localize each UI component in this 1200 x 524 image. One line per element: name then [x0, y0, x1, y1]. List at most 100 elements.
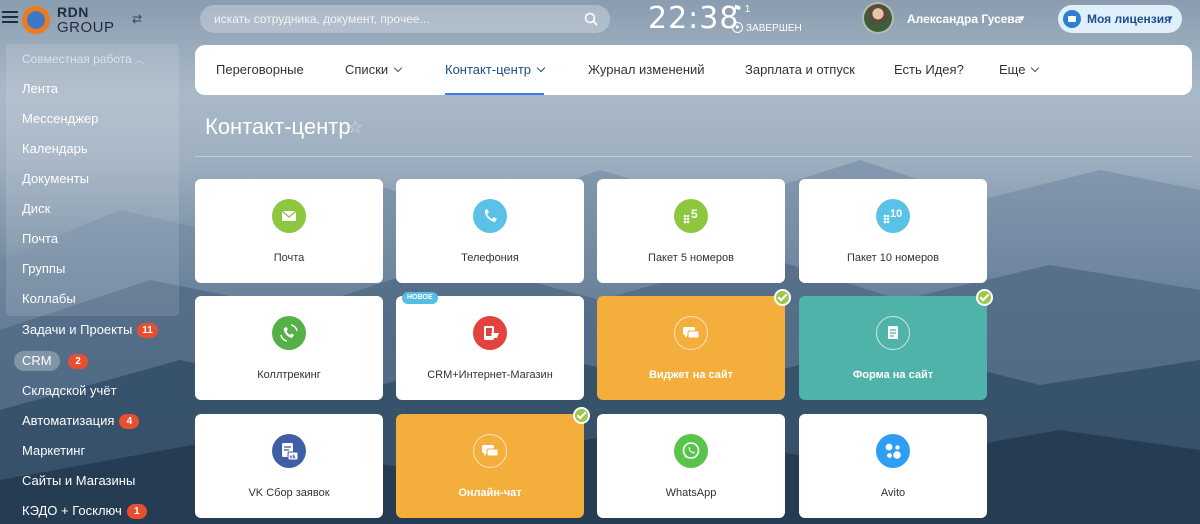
nav-meeting-rooms[interactable]: Переговорные	[216, 45, 304, 95]
sidebar-item-label: Лента	[22, 81, 58, 96]
sidebar-group-label: Совместная работа	[22, 52, 132, 66]
shop-icon	[473, 316, 507, 350]
chat-icon	[473, 434, 507, 468]
tile-avito[interactable]: Avito	[799, 414, 987, 518]
sidebar-item-crm[interactable]: CRM	[14, 351, 60, 371]
counter-badge: 11	[137, 323, 158, 338]
sidebar-item-tasks[interactable]: Задачи и Проекты 11	[22, 320, 158, 340]
check-icon	[976, 289, 993, 306]
counter-badge: 1	[126, 504, 147, 519]
sidebar-item-kedo[interactable]: КЭДО + Госключ 1	[22, 501, 147, 521]
sidebar-item-messenger[interactable]: Мессенджер	[22, 109, 98, 129]
flag-icon: ⚑	[733, 4, 742, 15]
tile-package-10[interactable]: 10 Пакет 10 номеров	[799, 179, 987, 283]
sidebar-item-collabs[interactable]: Коллабы	[22, 289, 76, 309]
page-title: Контакт-центр	[205, 114, 351, 139]
vk-form-icon: vk	[272, 434, 306, 468]
tile-calltracking[interactable]: Коллтрекинг	[195, 296, 383, 400]
chevron-down-icon: ▼	[1166, 14, 1174, 23]
tile-label: Avito	[880, 487, 906, 499]
sidebar-item-groups[interactable]: Группы	[22, 259, 65, 279]
avatar[interactable]	[862, 2, 894, 34]
check-icon	[573, 407, 590, 424]
sidebar-item-feed[interactable]: Лента	[22, 79, 58, 99]
nav-label: Списки	[345, 62, 389, 77]
whatsapp-icon	[674, 434, 708, 468]
tile-label: Коллтрекинг	[257, 369, 321, 381]
user-name[interactable]: Александра Гусева	[907, 12, 1021, 26]
tile-label: WhatsApp	[665, 487, 717, 499]
license-button[interactable]: Моя лицензия ▼	[1058, 5, 1182, 33]
sidebar-item-documents[interactable]: Документы	[22, 169, 89, 189]
nav-contact-center[interactable]: Контакт-центр	[445, 45, 546, 95]
tile-label: Форма на сайт	[852, 369, 934, 381]
tile-telephony[interactable]: Телефония	[396, 179, 584, 283]
workday-status[interactable]: ЗАВЕРШЕН	[732, 22, 802, 34]
nav-changelog[interactable]: Журнал изменений	[588, 45, 705, 95]
sidebar-item-label: Сайты и Магазины	[22, 473, 136, 488]
sidebar-item-label: Задачи и Проекты	[22, 322, 133, 337]
tile-label: Онлайн-чат	[458, 487, 522, 499]
sidebar-item-sites[interactable]: Сайты и Магазины	[22, 471, 135, 491]
tile-online-chat[interactable]: Онлайн-чат	[396, 407, 590, 518]
tile-whatsapp[interactable]: WhatsApp	[597, 414, 785, 518]
search-input[interactable]	[214, 5, 574, 33]
tile-crm-shop[interactable]: НОВОЕ CRM+Интернет-Магазин	[396, 292, 584, 400]
nav-ideas[interactable]: Есть Идея?	[894, 45, 964, 95]
top-bar: RDN GROUP ⇄ 22:38 ⚑ 1 ЗАВЕРШЕН Александр…	[0, 0, 1200, 40]
top-navigation: Переговорные Списки Контакт-центр Журнал…	[195, 45, 1192, 95]
search-icon[interactable]	[584, 12, 598, 26]
briefcase-icon	[1063, 10, 1081, 28]
nav-salary-vacation[interactable]: Зарплата и отпуск	[745, 45, 855, 95]
workday-status-label: ЗАВЕРШЕН	[746, 23, 802, 34]
divider	[195, 156, 1192, 157]
sidebar-item-label: Почта	[22, 231, 59, 246]
chevron-down-icon	[536, 63, 546, 73]
sidebar-item-mail[interactable]: Почта	[22, 229, 58, 249]
sidebar-item-label: Складской учёт	[22, 383, 117, 398]
sidebar-item-disk[interactable]: Диск	[22, 199, 50, 219]
tile-label: CRM+Интернет-Магазин	[427, 369, 553, 381]
tile-site-form[interactable]: Форма на сайт	[799, 289, 993, 400]
flag-counter[interactable]: ⚑ 1	[733, 4, 750, 15]
package-5-icon: 5	[674, 199, 708, 233]
clock-time[interactable]: 22:38	[648, 1, 739, 36]
nav-lists[interactable]: Списки	[345, 45, 403, 95]
star-icon[interactable]: ☆	[347, 117, 363, 138]
sidebar-item-calendar[interactable]: Календарь	[22, 139, 88, 159]
sidebar-item-label: Маркетинг	[22, 443, 86, 458]
sidebar-item-label: Мессенджер	[22, 111, 99, 126]
sidebar-item-label: Документы	[22, 171, 90, 186]
counter-badge: 2	[68, 354, 88, 369]
tile-label: Виджет на сайт	[648, 369, 734, 381]
logo-mark	[22, 6, 50, 34]
switch-portal-icon[interactable]: ⇄	[132, 12, 142, 26]
sidebar-item-automation[interactable]: Автоматизация 4	[22, 411, 140, 431]
chevron-up-icon: ︿	[134, 55, 144, 65]
tile-label: Пакет 10 номеров	[846, 252, 940, 264]
tile-site-widget[interactable]: Виджет на сайт	[597, 289, 791, 400]
menu-icon[interactable]	[2, 8, 18, 26]
tile-vk-leads[interactable]: vk VK Сбор заявок	[195, 414, 383, 518]
nav-more[interactable]: Еще	[999, 45, 1040, 95]
sidebar-group-header[interactable]: Совместная работа ︿	[22, 52, 144, 66]
sidebar-item-marketing[interactable]: Маркетинг	[22, 441, 85, 461]
sidebar-item-label: Календарь	[22, 141, 88, 156]
nav-label: Еще	[999, 62, 1026, 77]
tile-label: Телефония	[461, 252, 519, 264]
tile-package-5[interactable]: 5 Пакет 5 номеров	[597, 179, 785, 283]
chevron-down-icon[interactable]: ▼	[1018, 14, 1026, 23]
sidebar-item-label: Автоматизация	[22, 413, 115, 428]
avito-icon	[876, 434, 910, 468]
nav-label: Переговорные	[216, 62, 304, 77]
chat-icon	[674, 316, 708, 350]
sidebar-item-label: CRM	[22, 353, 52, 368]
logo-line-2: GROUP	[57, 19, 115, 36]
search-bar	[200, 5, 610, 33]
check-icon	[774, 289, 791, 306]
sidebar-item-warehouse[interactable]: Складской учёт	[22, 381, 117, 401]
sidebar-item-label: КЭДО + Госключ	[22, 503, 122, 518]
svg-text:10: 10	[890, 208, 902, 220]
tile-label: Пакет 5 номеров	[648, 252, 734, 264]
tile-mail[interactable]: Почта	[195, 179, 383, 283]
